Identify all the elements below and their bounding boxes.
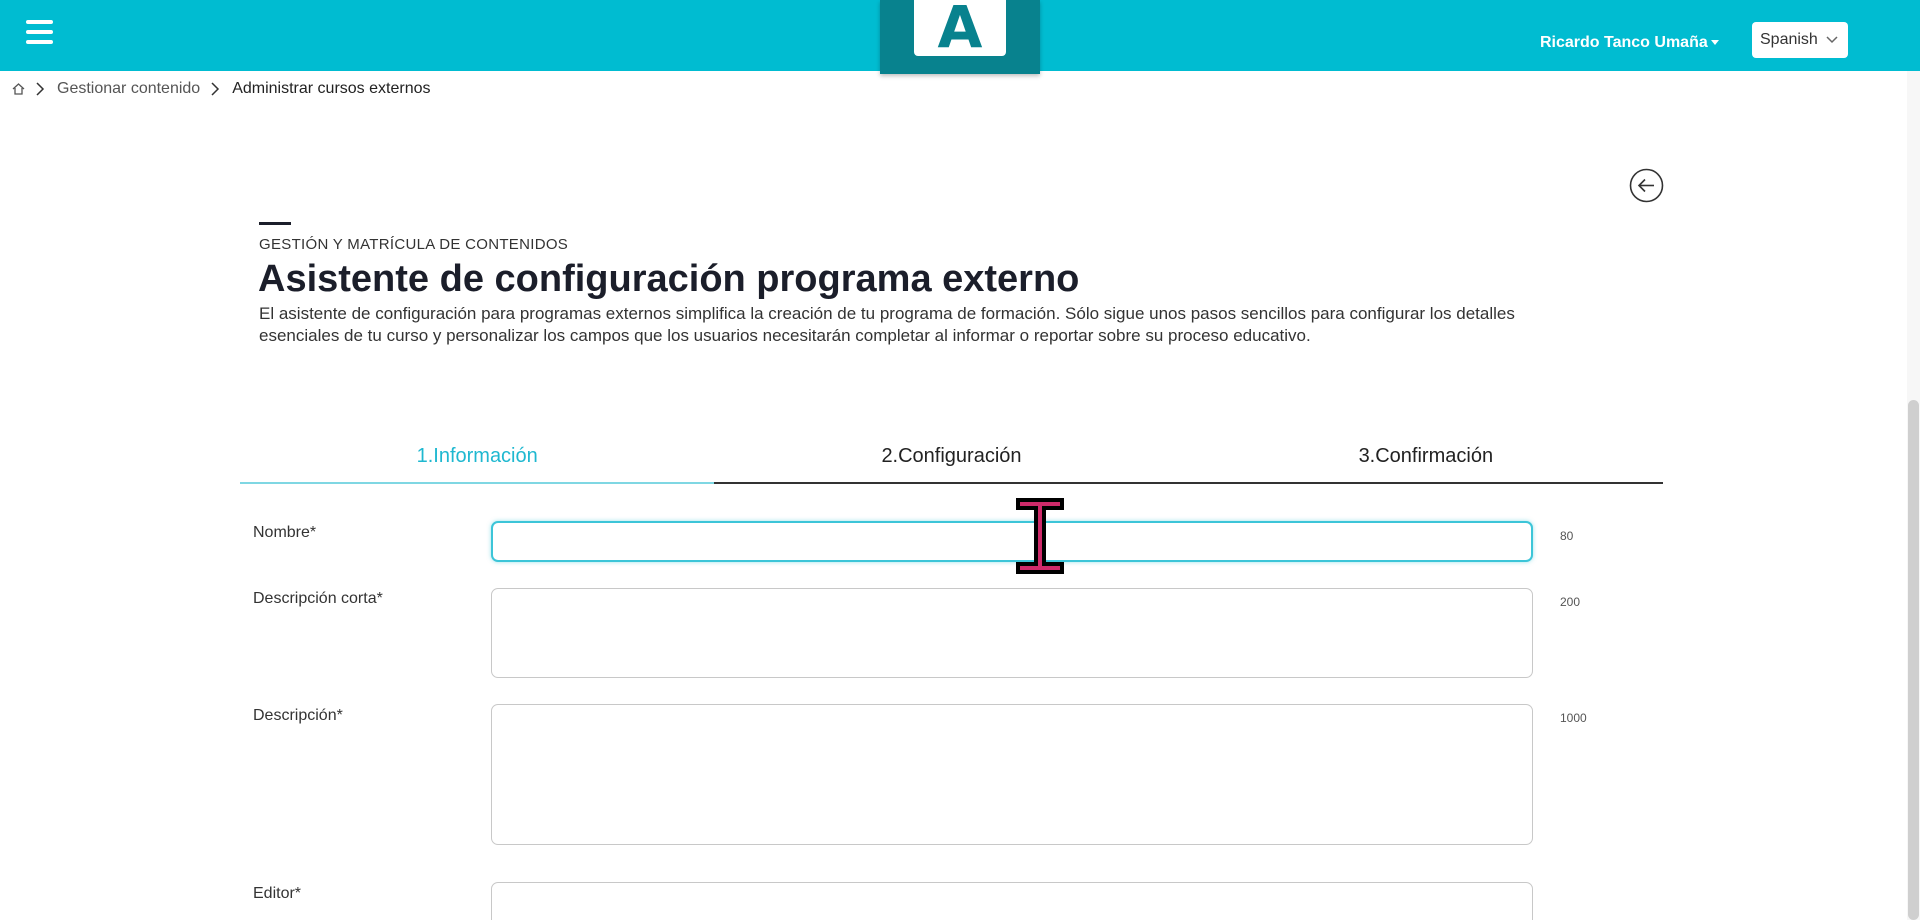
logo[interactable]: A <box>880 0 1040 74</box>
breadcrumb-item-current: Administrar cursos externos <box>232 80 431 97</box>
editor-field[interactable] <box>491 882 1533 920</box>
title-accent-bar <box>259 222 291 225</box>
language-value: Spanish <box>1760 31 1818 48</box>
logo-letter: A <box>937 0 983 61</box>
user-name: Ricardo Tanco Umaña <box>1540 34 1708 51</box>
descripcion-corta-textarea[interactable] <box>491 588 1533 678</box>
home-icon[interactable] <box>12 83 25 95</box>
editor-label: Editor* <box>253 885 302 902</box>
breadcrumb: Gestionar contenido Administrar cursos e… <box>12 79 431 99</box>
wizard-steps: 1.Información 2.Configuración 3.Confirma… <box>240 440 1663 484</box>
nombre-char-limit: 80 <box>1560 529 1574 543</box>
descripcion-corta-char-limit: 200 <box>1560 595 1581 609</box>
top-bar: A Ricardo Tanco Umaña Spanish <box>0 0 1920 74</box>
chevron-right-icon <box>36 82 45 96</box>
chevron-down-icon <box>1826 36 1838 44</box>
page-description: El asistente de configuración para progr… <box>259 304 1515 345</box>
chevron-right-icon <box>211 82 220 96</box>
menu-icon[interactable] <box>26 20 53 44</box>
scrollbar-thumb[interactable] <box>1908 400 1919 920</box>
breadcrumb-item-gestionar-contenido[interactable]: Gestionar contenido <box>57 79 200 99</box>
descripcion-char-limit: 1000 <box>1560 711 1587 725</box>
descripcion-textarea[interactable] <box>491 704 1533 845</box>
nombre-input[interactable] <box>491 521 1533 562</box>
arrow-left-icon[interactable] <box>1629 168 1664 203</box>
logo-mark: A <box>914 0 1006 56</box>
nombre-label: Nombre* <box>253 524 317 541</box>
section-label: GESTIÓN Y MATRÍCULA DE CONTENIDOS <box>259 236 569 253</box>
descripcion-label: Descripción* <box>253 707 343 724</box>
tab-configuracion[interactable]: 2.Configuración <box>714 440 1189 484</box>
caret-down-icon <box>1710 40 1719 46</box>
page-title: Asistente de configuración programa exte… <box>258 258 1080 300</box>
language-select[interactable]: Spanish <box>1752 22 1848 58</box>
user-menu[interactable]: Ricardo Tanco Umaña <box>1540 33 1719 53</box>
descripcion-corta-label: Descripción corta* <box>253 590 383 607</box>
tab-informacion[interactable]: 1.Información <box>240 440 715 484</box>
tab-confirmacion[interactable]: 3.Confirmación <box>1188 440 1663 484</box>
